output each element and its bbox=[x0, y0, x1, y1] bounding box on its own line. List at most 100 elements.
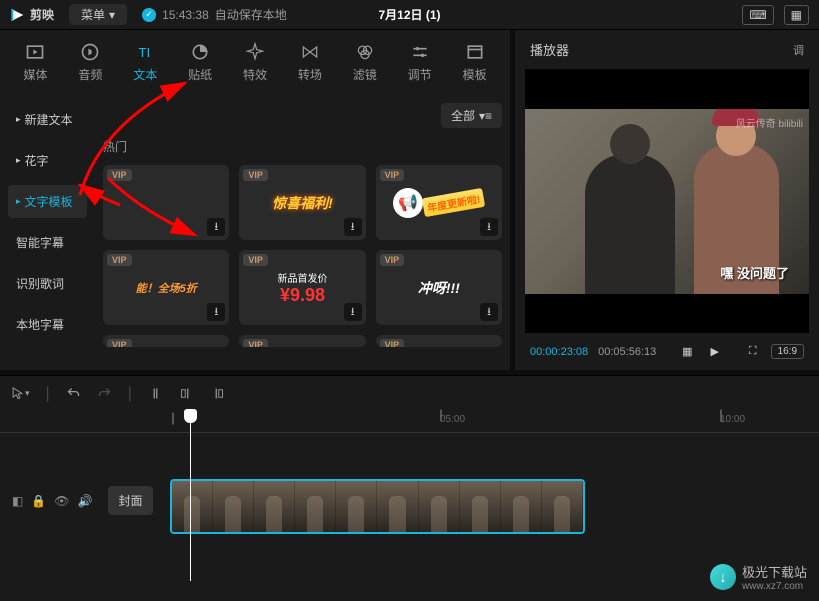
player-header: 播放器 调 bbox=[515, 30, 819, 69]
resource-tabs: 媒体 音频 TI文本 贴纸 特效 转场 滤镜 调节 模板 bbox=[0, 30, 510, 95]
vip-badge: VIP bbox=[243, 169, 268, 181]
aspect-ratio-button[interactable]: 16:9 bbox=[771, 344, 804, 359]
tab-label: 模板 bbox=[463, 66, 487, 83]
video-figure bbox=[585, 154, 675, 294]
tab-text[interactable]: TI文本 bbox=[120, 38, 171, 87]
video-watermark: 风云传奇 bilibili bbox=[736, 115, 803, 130]
watermark-name: 极光下载站 bbox=[742, 562, 807, 581]
download-icon[interactable]: ⭳ bbox=[207, 303, 225, 321]
sidebar-item-smart-subtitle[interactable]: 智能字幕 bbox=[8, 226, 87, 259]
template-card[interactable]: VIP能！全场5折⭳ bbox=[103, 250, 229, 325]
save-status: ✓ 15:43:38 自动保存本地 bbox=[142, 6, 287, 23]
delete-left-tool[interactable] bbox=[179, 386, 194, 401]
ruler-tick: ┃ bbox=[718, 411, 724, 422]
fullscreen-icon[interactable]: ⛶ bbox=[745, 343, 761, 360]
delete-right-tool[interactable] bbox=[210, 386, 225, 401]
sidebar-item-fancy-text[interactable]: ▸花字 bbox=[8, 144, 87, 177]
time-current: 00:00:23:08 bbox=[530, 346, 588, 358]
megaphone-icon: 📢 bbox=[393, 188, 423, 218]
ruler-mark: ┃ bbox=[170, 414, 176, 425]
tab-label: 贴纸 bbox=[188, 66, 212, 83]
check-icon: ✓ bbox=[142, 8, 156, 22]
sidebar-item-new-text[interactable]: ▸新建文本 bbox=[8, 103, 87, 136]
menu-button[interactable]: 菜单 ▾ bbox=[69, 4, 127, 25]
text-sidebar: ▸新建文本 ▸花字 ▸文字模板 智能字幕 识别歌词 本地字幕 bbox=[0, 95, 95, 370]
filter-label: 全部 bbox=[451, 107, 475, 124]
download-icon[interactable]: ⭳ bbox=[480, 218, 498, 236]
logo-icon bbox=[10, 7, 26, 23]
sidebar-item-text-template[interactable]: ▸文字模板 bbox=[8, 185, 87, 218]
site-watermark: ↓ 极光下载站 www.xz7.com bbox=[710, 562, 807, 592]
tab-sticker[interactable]: 贴纸 bbox=[175, 38, 226, 87]
sidebar-item-label: 花字 bbox=[25, 152, 49, 169]
caret-right-icon: ▸ bbox=[16, 196, 21, 207]
sidebar-item-lyrics[interactable]: 识别歌词 bbox=[8, 267, 87, 300]
timeline[interactable]: ┃ 05:00 ┃ 10:00 ┃ ◧ 🔒 👁 🔊 封面 凤凰传奇.mp4 00… bbox=[0, 411, 819, 601]
left-panel: 媒体 音频 TI文本 贴纸 特效 转场 滤镜 调节 模板 ▸新建文本 ▸花字 ▸… bbox=[0, 30, 510, 370]
chevron-down-icon: ▾ bbox=[109, 8, 115, 22]
keyboard-icon[interactable]: ⌨ bbox=[742, 5, 773, 25]
clip-label: 凤凰传奇.mp4 00:05:56:13 bbox=[172, 479, 309, 480]
card-text: 新品首发价¥9.98 bbox=[277, 270, 327, 306]
play-button[interactable]: ▶ bbox=[707, 343, 723, 360]
sidebar-item-label: 智能字幕 bbox=[16, 234, 64, 251]
download-icon[interactable]: ⭳ bbox=[207, 218, 225, 236]
display-toggle-icon[interactable]: ◧ bbox=[12, 494, 23, 508]
cover-button[interactable]: 封面 bbox=[108, 486, 152, 515]
template-card-partial[interactable]: VIP bbox=[239, 335, 365, 347]
tab-label: 媒体 bbox=[23, 66, 47, 83]
tab-label: 滤镜 bbox=[353, 66, 377, 83]
player-controls: 00:00:23:08 00:05:56:13 ▦ ▶ ⛶ 16:9 bbox=[515, 333, 819, 370]
mute-icon[interactable]: 🔊 bbox=[78, 494, 93, 508]
sidebar-item-local-subtitle[interactable]: 本地字幕 bbox=[8, 308, 87, 341]
save-time: 15:43:38 bbox=[162, 8, 209, 22]
vip-badge: VIP bbox=[243, 339, 268, 347]
sidebar-item-label: 识别歌词 bbox=[16, 275, 64, 292]
video-clip[interactable]: 凤凰传奇.mp4 00:05:56:13 bbox=[170, 479, 585, 534]
template-card[interactable]: VIP 新品首发价¥9.98 ⭳ bbox=[239, 250, 365, 325]
template-card[interactable]: VIP📢年度更新啦!⭳ bbox=[376, 165, 502, 240]
grid-view-icon[interactable]: ▦ bbox=[678, 343, 696, 360]
logo-text: 剪映 bbox=[30, 6, 54, 23]
tab-label: 文本 bbox=[133, 66, 157, 83]
playhead[interactable] bbox=[190, 411, 191, 581]
template-card[interactable]: VIP冲呀!!!⭳ bbox=[376, 250, 502, 325]
tab-transition[interactable]: 转场 bbox=[284, 38, 335, 87]
split-tool[interactable] bbox=[148, 386, 163, 401]
tab-label: 音频 bbox=[78, 66, 102, 83]
redo-button[interactable] bbox=[97, 386, 112, 401]
timeline-ruler[interactable]: ┃ 05:00 ┃ 10:00 ┃ bbox=[0, 411, 819, 433]
ruler-tick: ┃ bbox=[438, 411, 444, 422]
undo-button[interactable] bbox=[66, 386, 81, 401]
template-card-partial[interactable]: VIP bbox=[376, 335, 502, 347]
filter-icon: ▾≡ bbox=[479, 109, 492, 123]
clip-thumbnails bbox=[172, 481, 583, 532]
download-icon[interactable]: ⭳ bbox=[344, 218, 362, 236]
filter-all-button[interactable]: 全部 ▾≡ bbox=[441, 103, 502, 128]
tab-adjust[interactable]: 调节 bbox=[394, 38, 445, 87]
vip-badge: VIP bbox=[243, 254, 268, 266]
select-tool[interactable]: ▾ bbox=[10, 386, 30, 401]
template-card[interactable]: VIP⭳ bbox=[103, 165, 229, 240]
download-icon[interactable]: ⭳ bbox=[344, 303, 362, 321]
tab-filter[interactable]: 滤镜 bbox=[339, 38, 390, 87]
card-text: 能！全场5折 bbox=[136, 280, 197, 296]
template-card-partial[interactable]: VIP bbox=[103, 335, 229, 347]
tab-label: 转场 bbox=[298, 66, 322, 83]
visibility-icon[interactable]: 👁 bbox=[54, 494, 69, 508]
tab-effect[interactable]: 特效 bbox=[230, 38, 281, 87]
download-icon[interactable]: ⭳ bbox=[480, 303, 498, 321]
subtitle-text: 嘿 没问题了 bbox=[720, 263, 789, 282]
template-grid-area: 全部 ▾≡ 热门 VIP⭳ VIP惊喜福利!⭳ VIP📢年度更新啦!⭳ VIP能… bbox=[95, 95, 510, 370]
layout-icon[interactable]: ▦ bbox=[784, 5, 809, 25]
tab-label: 特效 bbox=[243, 66, 267, 83]
tab-media[interactable]: 媒体 bbox=[10, 38, 61, 87]
template-card[interactable]: VIP 惊喜福利! ⭳ bbox=[239, 165, 365, 240]
vip-badge: VIP bbox=[107, 339, 132, 347]
tab-template[interactable]: 模板 bbox=[449, 38, 500, 87]
tab-audio[interactable]: 音频 bbox=[65, 38, 116, 87]
timeline-toolbar: ▾ | | bbox=[0, 375, 819, 411]
card-text: 惊喜福利! bbox=[272, 193, 333, 213]
video-preview[interactable]: 风云传奇 bilibili 嘿 没问题了 bbox=[525, 69, 809, 333]
lock-icon[interactable]: 🔒 bbox=[31, 494, 46, 508]
